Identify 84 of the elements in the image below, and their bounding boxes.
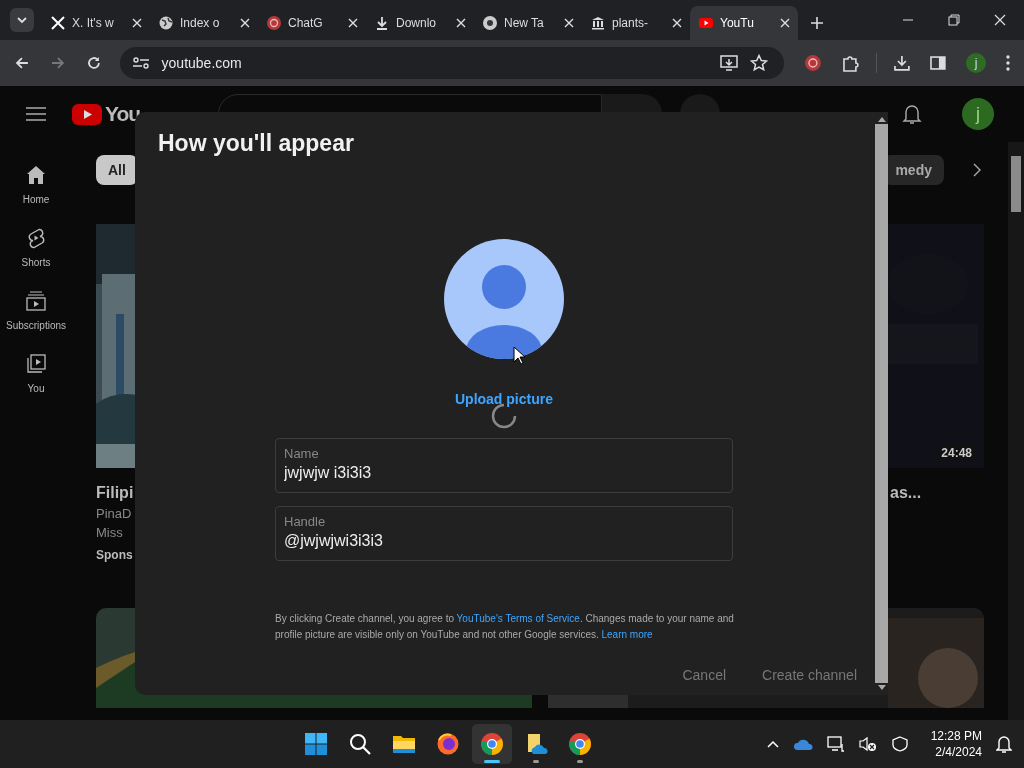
- ring-logo-icon: [266, 15, 282, 31]
- scrollbar[interactable]: [1008, 142, 1024, 720]
- puzzle-icon[interactable]: [841, 54, 860, 72]
- text-field[interactable]: Name jwjwjw i3i3i3: [275, 438, 733, 493]
- account-avatar[interactable]: j: [962, 98, 994, 130]
- caret-icon: [16, 14, 28, 26]
- browser-tab[interactable]: X. It's w: [42, 6, 150, 40]
- close-icon[interactable]: [348, 18, 358, 28]
- close-icon[interactable]: [564, 18, 574, 28]
- forward-icon[interactable]: [49, 55, 66, 71]
- dialog-title: How you'll appear: [158, 130, 355, 157]
- sponsored-label: Spons: [96, 548, 133, 562]
- chevron-right-icon[interactable]: [972, 162, 982, 178]
- terms-link[interactable]: YouTube's Terms of Service: [456, 613, 580, 624]
- network-icon[interactable]: [826, 736, 845, 752]
- menu-icon[interactable]: [26, 107, 46, 121]
- library-icon: [25, 353, 47, 375]
- reload-icon[interactable]: [85, 55, 102, 71]
- input-field[interactable]: @jwjwjwi3i3i3: [284, 532, 724, 550]
- taskbar-app[interactable]: [472, 724, 513, 764]
- start-icon: [304, 732, 329, 756]
- site-settings-icon[interactable]: [131, 56, 150, 70]
- back-icon[interactable]: [14, 55, 30, 71]
- scroll-up-icon[interactable]: [877, 116, 886, 122]
- sidebar-item[interactable]: Shorts: [0, 227, 72, 268]
- sidebar-item[interactable]: You: [0, 353, 72, 394]
- home-icon: [25, 164, 47, 186]
- cloud-icon[interactable]: [792, 737, 813, 751]
- video-title[interactable]: Filipi: [96, 484, 134, 502]
- learn-more-link[interactable]: Learn more: [601, 629, 653, 640]
- globe-icon: [158, 15, 174, 31]
- input-field[interactable]: jwjwjw i3i3i3: [284, 464, 724, 482]
- browser-tab[interactable]: ChatG: [258, 6, 366, 40]
- browser-logo-icon: [482, 15, 498, 31]
- terms-notice: By clicking Create channel, you agree to YouTube's Terms of Service. Changes made to your name and profile picture are visible only on YouTube and not other Google services. Learn more: [275, 612, 735, 642]
- star-icon[interactable]: [749, 54, 768, 72]
- download-icon: [374, 15, 390, 31]
- scroll-down-icon[interactable]: [877, 685, 886, 691]
- volume-muted-icon[interactable]: [858, 736, 877, 752]
- building-icon: [590, 15, 606, 31]
- video-duration: 24:48: [937, 444, 976, 462]
- browser-tab[interactable]: YouTu: [690, 6, 798, 40]
- browser-tab[interactable]: plants-: [582, 6, 690, 40]
- browser-logo-icon: [436, 732, 461, 756]
- play-logo-icon: [698, 15, 714, 31]
- tab-search-button[interactable]: [10, 8, 34, 32]
- bell-icon[interactable]: [902, 103, 922, 125]
- close-icon[interactable]: [456, 18, 466, 28]
- browser-logo-icon: [568, 732, 593, 756]
- menu-icon[interactable]: [1006, 55, 1011, 71]
- sidebar-item[interactable]: Home: [0, 164, 72, 205]
- profile-avatar[interactable]: j: [966, 53, 987, 73]
- chevron-up-icon[interactable]: [766, 740, 779, 748]
- video-meta: Miss: [96, 525, 123, 540]
- notification-bell-icon[interactable]: [996, 735, 1012, 753]
- avatar-icon[interactable]: [444, 239, 564, 359]
- subscriptions-icon: [25, 290, 47, 312]
- cross-logo-icon: [50, 15, 66, 31]
- restore-icon[interactable]: [948, 14, 960, 26]
- youtube-logo-icon[interactable]: [72, 103, 102, 125]
- shield-icon[interactable]: [890, 736, 909, 752]
- clock[interactable]: 12:28 PM 2/4/2024: [930, 728, 982, 760]
- browser-tab[interactable]: New Ta: [474, 6, 582, 40]
- close-icon[interactable]: [780, 18, 790, 28]
- address-bar[interactable]: youtube.com: [119, 47, 784, 79]
- browser-tab[interactable]: Index o: [150, 6, 258, 40]
- close-icon[interactable]: [240, 18, 250, 28]
- browser-logo-icon: [480, 732, 505, 756]
- mouse-cursor-icon: [513, 346, 525, 365]
- upload-picture-link[interactable]: Upload picture: [455, 391, 553, 407]
- browser-tab[interactable]: Downlo: [366, 6, 474, 40]
- close-icon[interactable]: [994, 14, 1006, 26]
- extension-icon[interactable]: [803, 54, 822, 72]
- install-icon[interactable]: [719, 55, 738, 71]
- close-icon[interactable]: [132, 18, 142, 28]
- sidebar-item[interactable]: Subscriptions: [0, 290, 72, 331]
- new-tab-icon[interactable]: [810, 16, 824, 30]
- close-icon[interactable]: [672, 18, 682, 28]
- channel-name[interactable]: PinaD: [96, 506, 132, 521]
- filter-chip[interactable]: All: [96, 155, 138, 185]
- search-icon: [348, 732, 373, 756]
- side-panel-icon[interactable]: [930, 55, 947, 71]
- download-icon[interactable]: [892, 54, 911, 72]
- text-field[interactable]: Handle @jwjwjwi3i3i3: [275, 506, 733, 561]
